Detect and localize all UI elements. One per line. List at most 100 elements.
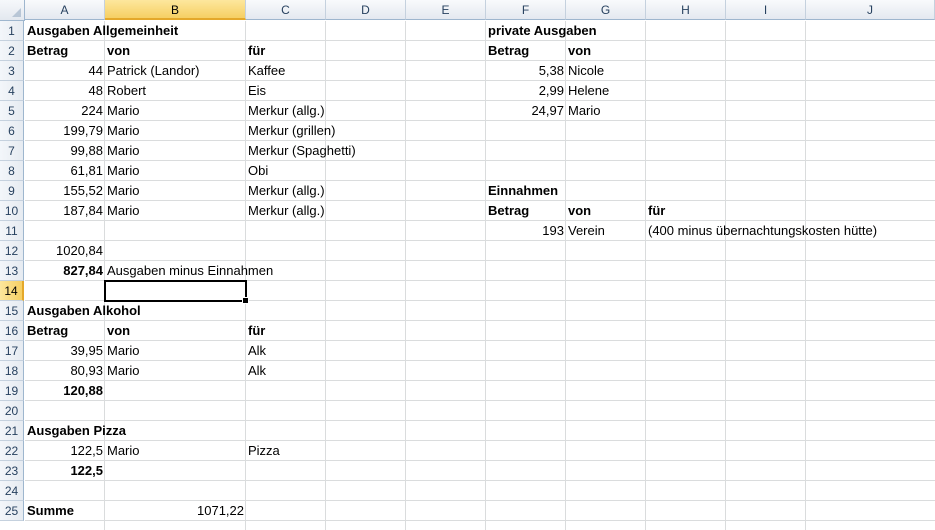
row-header-23[interactable]: 23 — [0, 461, 24, 481]
cell-a2[interactable]: Betrag — [25, 41, 70, 61]
cell-g4[interactable]: Helene — [566, 81, 611, 101]
cell-c7[interactable]: Merkur (Spaghetti) — [246, 141, 358, 161]
cell-b4[interactable]: Robert — [105, 81, 148, 101]
row-header-7[interactable]: 7 — [0, 141, 24, 161]
cell-g11[interactable]: Verein — [566, 221, 607, 241]
cell-a7[interactable]: 99,88 — [25, 141, 105, 161]
cell-a12[interactable]: 1020,84 — [25, 241, 105, 261]
cell-c4[interactable]: Eis — [246, 81, 268, 101]
cell-a15[interactable]: Ausgaben Alkohol — [25, 301, 143, 321]
column-header-j[interactable]: J — [806, 0, 935, 20]
cell-c2[interactable]: für — [246, 41, 267, 61]
cell-c18[interactable]: Alk — [246, 361, 268, 381]
cell-a6[interactable]: 199,79 — [25, 121, 105, 141]
cell-c6[interactable]: Merkur (grillen) — [246, 121, 337, 141]
cell-b17[interactable]: Mario — [105, 341, 142, 361]
cell-b7[interactable]: Mario — [105, 141, 142, 161]
row-header-19[interactable]: 19 — [0, 381, 24, 401]
row-header-14[interactable]: 14 — [0, 281, 24, 301]
row-header-25[interactable]: 25 — [0, 501, 24, 521]
row-header-13[interactable]: 13 — [0, 261, 24, 281]
cell-a8[interactable]: 61,81 — [25, 161, 105, 181]
cell-h11[interactable]: (400 minus übernachtungskosten hütte) — [646, 221, 879, 241]
cell-b22[interactable]: Mario — [105, 441, 142, 461]
row-header-17[interactable]: 17 — [0, 341, 24, 361]
select-all-button[interactable] — [0, 0, 25, 21]
cell-g5[interactable]: Mario — [566, 101, 603, 121]
cell-a19[interactable]: 120,88 — [25, 381, 105, 401]
cell-c9[interactable]: Merkur (allg.) — [246, 181, 327, 201]
row-header-3[interactable]: 3 — [0, 61, 24, 81]
row-header-11[interactable]: 11 — [0, 221, 24, 241]
row-header-1[interactable]: 1 — [0, 21, 24, 41]
row-header-22[interactable]: 22 — [0, 441, 24, 461]
cell-f4[interactable]: 2,99 — [486, 81, 566, 101]
row-header-10[interactable]: 10 — [0, 201, 24, 221]
column-header-b[interactable]: B — [105, 0, 246, 20]
row-header-16[interactable]: 16 — [0, 321, 24, 341]
cell-a1[interactable]: Ausgaben Allgemeinheit — [25, 21, 180, 41]
cell-a4[interactable]: 48 — [25, 81, 105, 101]
cell-b3[interactable]: Patrick (Landor) — [105, 61, 201, 81]
cell-c10[interactable]: Merkur (allg.) — [246, 201, 327, 221]
cell-b8[interactable]: Mario — [105, 161, 142, 181]
row-header-12[interactable]: 12 — [0, 241, 24, 261]
cell-a16[interactable]: Betrag — [25, 321, 70, 341]
cell-f3[interactable]: 5,38 — [486, 61, 566, 81]
column-header-a[interactable]: A — [25, 0, 105, 20]
cell-b6[interactable]: Mario — [105, 121, 142, 141]
cell-c3[interactable]: Kaffee — [246, 61, 287, 81]
cell-a3[interactable]: 44 — [25, 61, 105, 81]
cell-b18[interactable]: Mario — [105, 361, 142, 381]
row-header-8[interactable]: 8 — [0, 161, 24, 181]
cell-f2[interactable]: Betrag — [486, 41, 531, 61]
cell-a5[interactable]: 224 — [25, 101, 105, 121]
cell-b10[interactable]: Mario — [105, 201, 142, 221]
active-cell-b14[interactable] — [104, 280, 249, 304]
row-header-20[interactable]: 20 — [0, 401, 24, 421]
cell-a21[interactable]: Ausgaben Pizza — [25, 421, 128, 441]
column-header-f[interactable]: F — [486, 0, 566, 20]
column-header-g[interactable]: G — [566, 0, 646, 20]
column-header-i[interactable]: I — [726, 0, 806, 20]
cell-c17[interactable]: Alk — [246, 341, 268, 361]
cell-a23[interactable]: 122,5 — [25, 461, 105, 481]
row-header-9[interactable]: 9 — [0, 181, 24, 201]
row-header-24[interactable]: 24 — [0, 481, 24, 501]
cell-f9[interactable]: Einnahmen — [486, 181, 560, 201]
row-header-21[interactable]: 21 — [0, 421, 24, 441]
cell-g10[interactable]: von — [566, 201, 593, 221]
cell-a13[interactable]: 827,84 — [25, 261, 105, 281]
cell-g3[interactable]: Nicole — [566, 61, 606, 81]
cell-f10[interactable]: Betrag — [486, 201, 531, 221]
cell-g2[interactable]: von — [566, 41, 593, 61]
cell-f1[interactable]: private Ausgaben — [486, 21, 599, 41]
cell-h10[interactable]: für — [646, 201, 667, 221]
cell-b5[interactable]: Mario — [105, 101, 142, 121]
column-header-c[interactable]: C — [246, 0, 326, 20]
cell-a17[interactable]: 39,95 — [25, 341, 105, 361]
row-header-6[interactable]: 6 — [0, 121, 24, 141]
cell-b9[interactable]: Mario — [105, 181, 142, 201]
row-header-5[interactable]: 5 — [0, 101, 24, 121]
column-header-e[interactable]: E — [406, 0, 486, 20]
cell-c22[interactable]: Pizza — [246, 441, 282, 461]
column-header-h[interactable]: H — [646, 0, 726, 20]
cell-a25[interactable]: Summe — [25, 501, 76, 521]
cell-b13[interactable]: Ausgaben minus Einnahmen — [105, 261, 275, 281]
row-header-15[interactable]: 15 — [0, 301, 24, 321]
cell-b2[interactable]: von — [105, 41, 132, 61]
cell-c16[interactable]: für — [246, 321, 267, 341]
cell-b25[interactable]: 1071,22 — [105, 501, 246, 521]
row-header-4[interactable]: 4 — [0, 81, 24, 101]
cell-f5[interactable]: 24,97 — [486, 101, 566, 121]
row-header-18[interactable]: 18 — [0, 361, 24, 381]
cell-a18[interactable]: 80,93 — [25, 361, 105, 381]
cell-a22[interactable]: 122,5 — [25, 441, 105, 461]
row-header-2[interactable]: 2 — [0, 41, 24, 61]
cell-c5[interactable]: Merkur (allg.) — [246, 101, 327, 121]
cell-a10[interactable]: 187,84 — [25, 201, 105, 221]
column-header-d[interactable]: D — [326, 0, 406, 20]
cell-c8[interactable]: Obi — [246, 161, 270, 181]
cell-b16[interactable]: von — [105, 321, 132, 341]
